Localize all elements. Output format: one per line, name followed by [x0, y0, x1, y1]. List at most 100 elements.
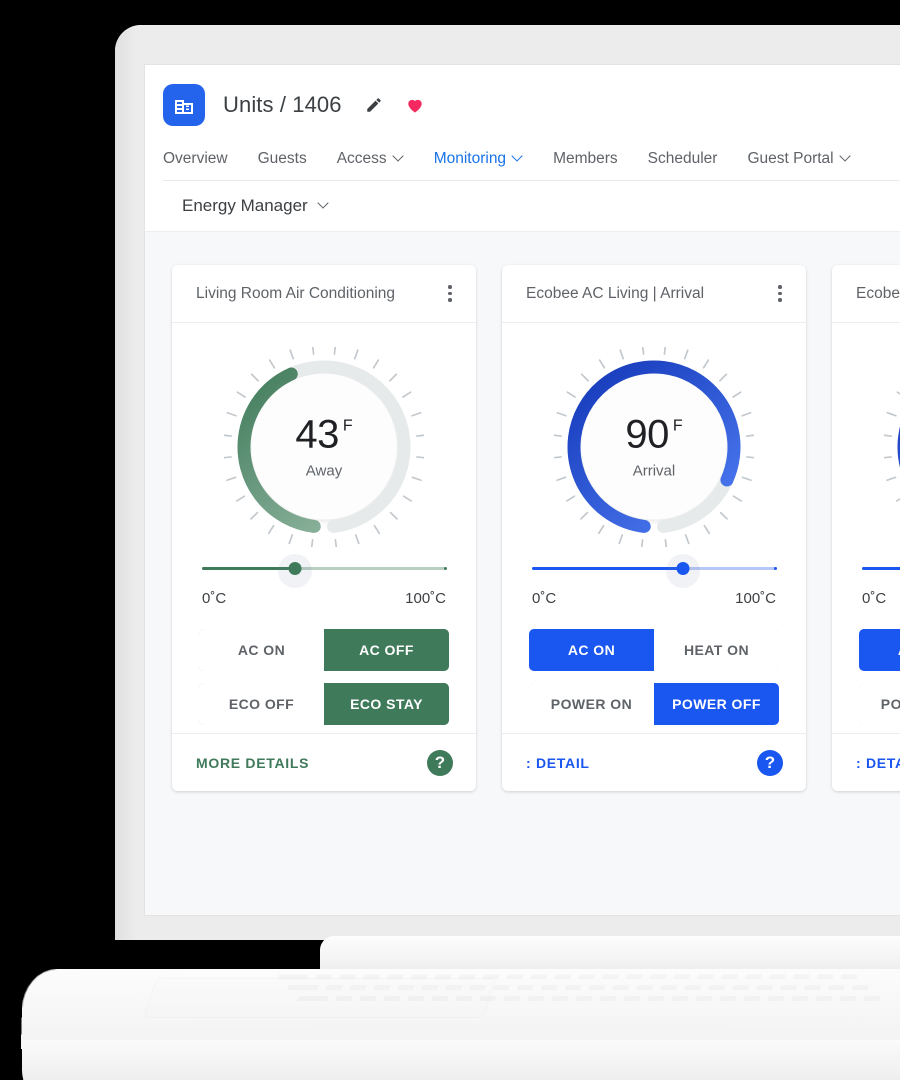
nav-tab-label: Guests [257, 149, 307, 167]
nav-tab-label: Guest Portal [747, 149, 834, 167]
laptop-deck-front [22, 1040, 900, 1080]
slider-min-label: 0˚C [532, 590, 557, 607]
nav-tab-access[interactable]: Access [337, 150, 404, 168]
building-icon [163, 84, 205, 126]
card-title: Ecobee AC Living | Arrival [526, 284, 705, 302]
energy-manager-label: Energy Manager [182, 196, 308, 215]
temperature-slider-row: 0˚C100˚C [856, 557, 900, 607]
title-row: Units / 1406 [163, 82, 900, 128]
slider-fill [532, 567, 684, 570]
nav-tab-label: Scheduler [647, 149, 718, 167]
chevron-down-icon [841, 152, 851, 162]
dial-readout: 90 F Arrival [584, 415, 724, 480]
nav-tab-label: Monitoring [433, 149, 507, 167]
laptop-base [0, 936, 900, 1080]
card-title: Ecobee AC Living | Home [856, 284, 900, 302]
nav-tab-label: Access [336, 149, 387, 167]
toggle-groups: AC ON AC OFF ECO OFF ECO STAY [196, 629, 452, 725]
energy-manager-selector[interactable]: Energy Manager [145, 181, 900, 232]
nav-tab-monitoring[interactable]: Monitoring [434, 150, 523, 168]
temperature-slider[interactable] [202, 554, 447, 588]
toggle-button-ac-on[interactable]: AC ON [199, 629, 324, 671]
slider-thumb[interactable] [676, 562, 690, 575]
kebab-menu-icon[interactable] [769, 283, 791, 305]
more-details-link[interactable]: : DETAIL [526, 755, 590, 771]
toggle-group: POWER ONPOWER OFF [529, 683, 779, 725]
card-header: Living Room Air Conditioning [172, 265, 476, 323]
toggle-group: AC ON AC OFF [199, 629, 449, 671]
slider-labels: 0˚C100˚C [862, 590, 900, 607]
laptop-screen: Units / 1406 Overview Guests Access Monitor… [145, 65, 900, 915]
toggle-groups: AC ONHEAT ON POWER ONPOWER OFF [856, 629, 900, 725]
help-circle-icon[interactable]: ? [427, 749, 453, 776]
slider-labels: 0˚C 100˚C [202, 590, 446, 607]
temperature-slider[interactable] [532, 554, 777, 588]
slider-max-label: 100˚C [405, 590, 446, 607]
kebab-menu-icon[interactable] [439, 283, 461, 305]
card-title: Living Room Air Conditioning [196, 284, 396, 302]
toggle-button-eco-off[interactable]: ECO OFF [199, 683, 324, 725]
chevron-down-icon [319, 199, 329, 209]
pencil-icon[interactable] [364, 95, 384, 115]
toggle-button-ac-on[interactable]: AC ON [529, 629, 654, 671]
nav-tab-label: Members [553, 149, 618, 167]
nav-tab-guests[interactable]: Guests [258, 150, 307, 168]
temperature-slider[interactable] [862, 557, 900, 579]
toggle-button-ac-off[interactable]: AC OFF [324, 629, 449, 671]
slider-thumb[interactable] [288, 562, 302, 575]
help-circle-icon[interactable]: ? [757, 749, 783, 776]
card-body: 43 F Away 0˚C 100˚C AC ON AC OFF ECO OFF ECO STA… [172, 323, 476, 733]
toggle-groups: AC ONHEAT ONPOWER ONPOWER OFF [526, 629, 782, 725]
toggle-button-heat-on[interactable]: HEAT ON [654, 629, 779, 671]
laptop-keyboard [261, 974, 900, 1022]
temperature-dial[interactable]: 74FHome [856, 341, 900, 553]
dial-mode: Away [305, 462, 343, 480]
slider-min-label: 0˚C [202, 590, 227, 607]
toggle-button-power-off[interactable]: POWER OFF [654, 683, 779, 725]
temperature-dial[interactable]: 43 F Away [196, 341, 452, 553]
dial-unit: F [342, 417, 353, 435]
lid-edge-shading [115, 25, 145, 940]
card-footer: MORE DETAILS? [172, 733, 476, 791]
toggle-button-power-on[interactable]: POWER ON [529, 683, 654, 725]
toggle-button-eco-stay[interactable]: ECO STAY [324, 683, 449, 725]
temperature-slider-row: 0˚C 100˚C [196, 554, 452, 607]
slider-labels: 0˚C 100˚C [532, 590, 776, 607]
card-footer: : DETAIL? [832, 733, 900, 791]
slider-endpoint [443, 566, 447, 570]
dial-unit: F [672, 417, 683, 435]
nav-tab-members[interactable]: Members [553, 150, 618, 168]
toggle-button-power-on[interactable]: POWER ON [859, 683, 900, 725]
temperature-slider-row: 0˚C 100˚C [526, 554, 782, 607]
nav-tab-guest-portal[interactable]: Guest Portal [747, 150, 850, 168]
card-header: Ecobee AC Living | Home [832, 265, 900, 323]
nav-tab-overview[interactable]: Overview [163, 150, 228, 168]
chevron-down-icon [513, 152, 523, 162]
slider-min-label: 0˚C [862, 590, 887, 607]
toggle-group: POWER ONPOWER OFF [859, 683, 900, 725]
toggle-group: ECO OFF ECO STAY [199, 683, 449, 725]
dial-gauge [884, 347, 900, 547]
more-details-link[interactable]: MORE DETAILS [196, 755, 309, 771]
device-card: Living Room Air Conditioning 43 F Away 0˚C 10… [172, 265, 476, 791]
dial-value: 90 [625, 412, 669, 457]
cards-container: Living Room Air Conditioning 43 F Away 0˚C 10… [145, 232, 900, 915]
card-footer: : DETAIL? [502, 733, 806, 791]
toggle-group: AC ONHEAT ON [529, 629, 779, 671]
nav-tab-scheduler[interactable]: Scheduler [648, 150, 718, 168]
device-card: Ecobee AC Living | Arrival 90 F Arrival 0˚C 1… [502, 265, 806, 791]
heart-icon[interactable] [404, 94, 426, 116]
dial-mode: Arrival [632, 462, 676, 480]
dial-value: 43 [295, 412, 339, 457]
more-details-link[interactable]: : DETAIL [856, 755, 900, 771]
toggle-button-ac-on[interactable]: AC ON [859, 629, 900, 671]
slider-fill [862, 567, 900, 570]
page-title: Units / 1406 [223, 92, 342, 117]
temperature-dial[interactable]: 90 F Arrival [526, 341, 782, 553]
card-header: Ecobee AC Living | Arrival [502, 265, 806, 323]
toggle-group: AC ONHEAT ON [859, 629, 900, 671]
app-header: Units / 1406 Overview Guests Access Monitor… [145, 65, 900, 181]
screenshot-stage: Units / 1406 Overview Guests Access Monitor… [0, 0, 900, 1080]
nav-tab-label: Overview [163, 149, 228, 167]
slider-max-label: 100˚C [735, 590, 776, 607]
